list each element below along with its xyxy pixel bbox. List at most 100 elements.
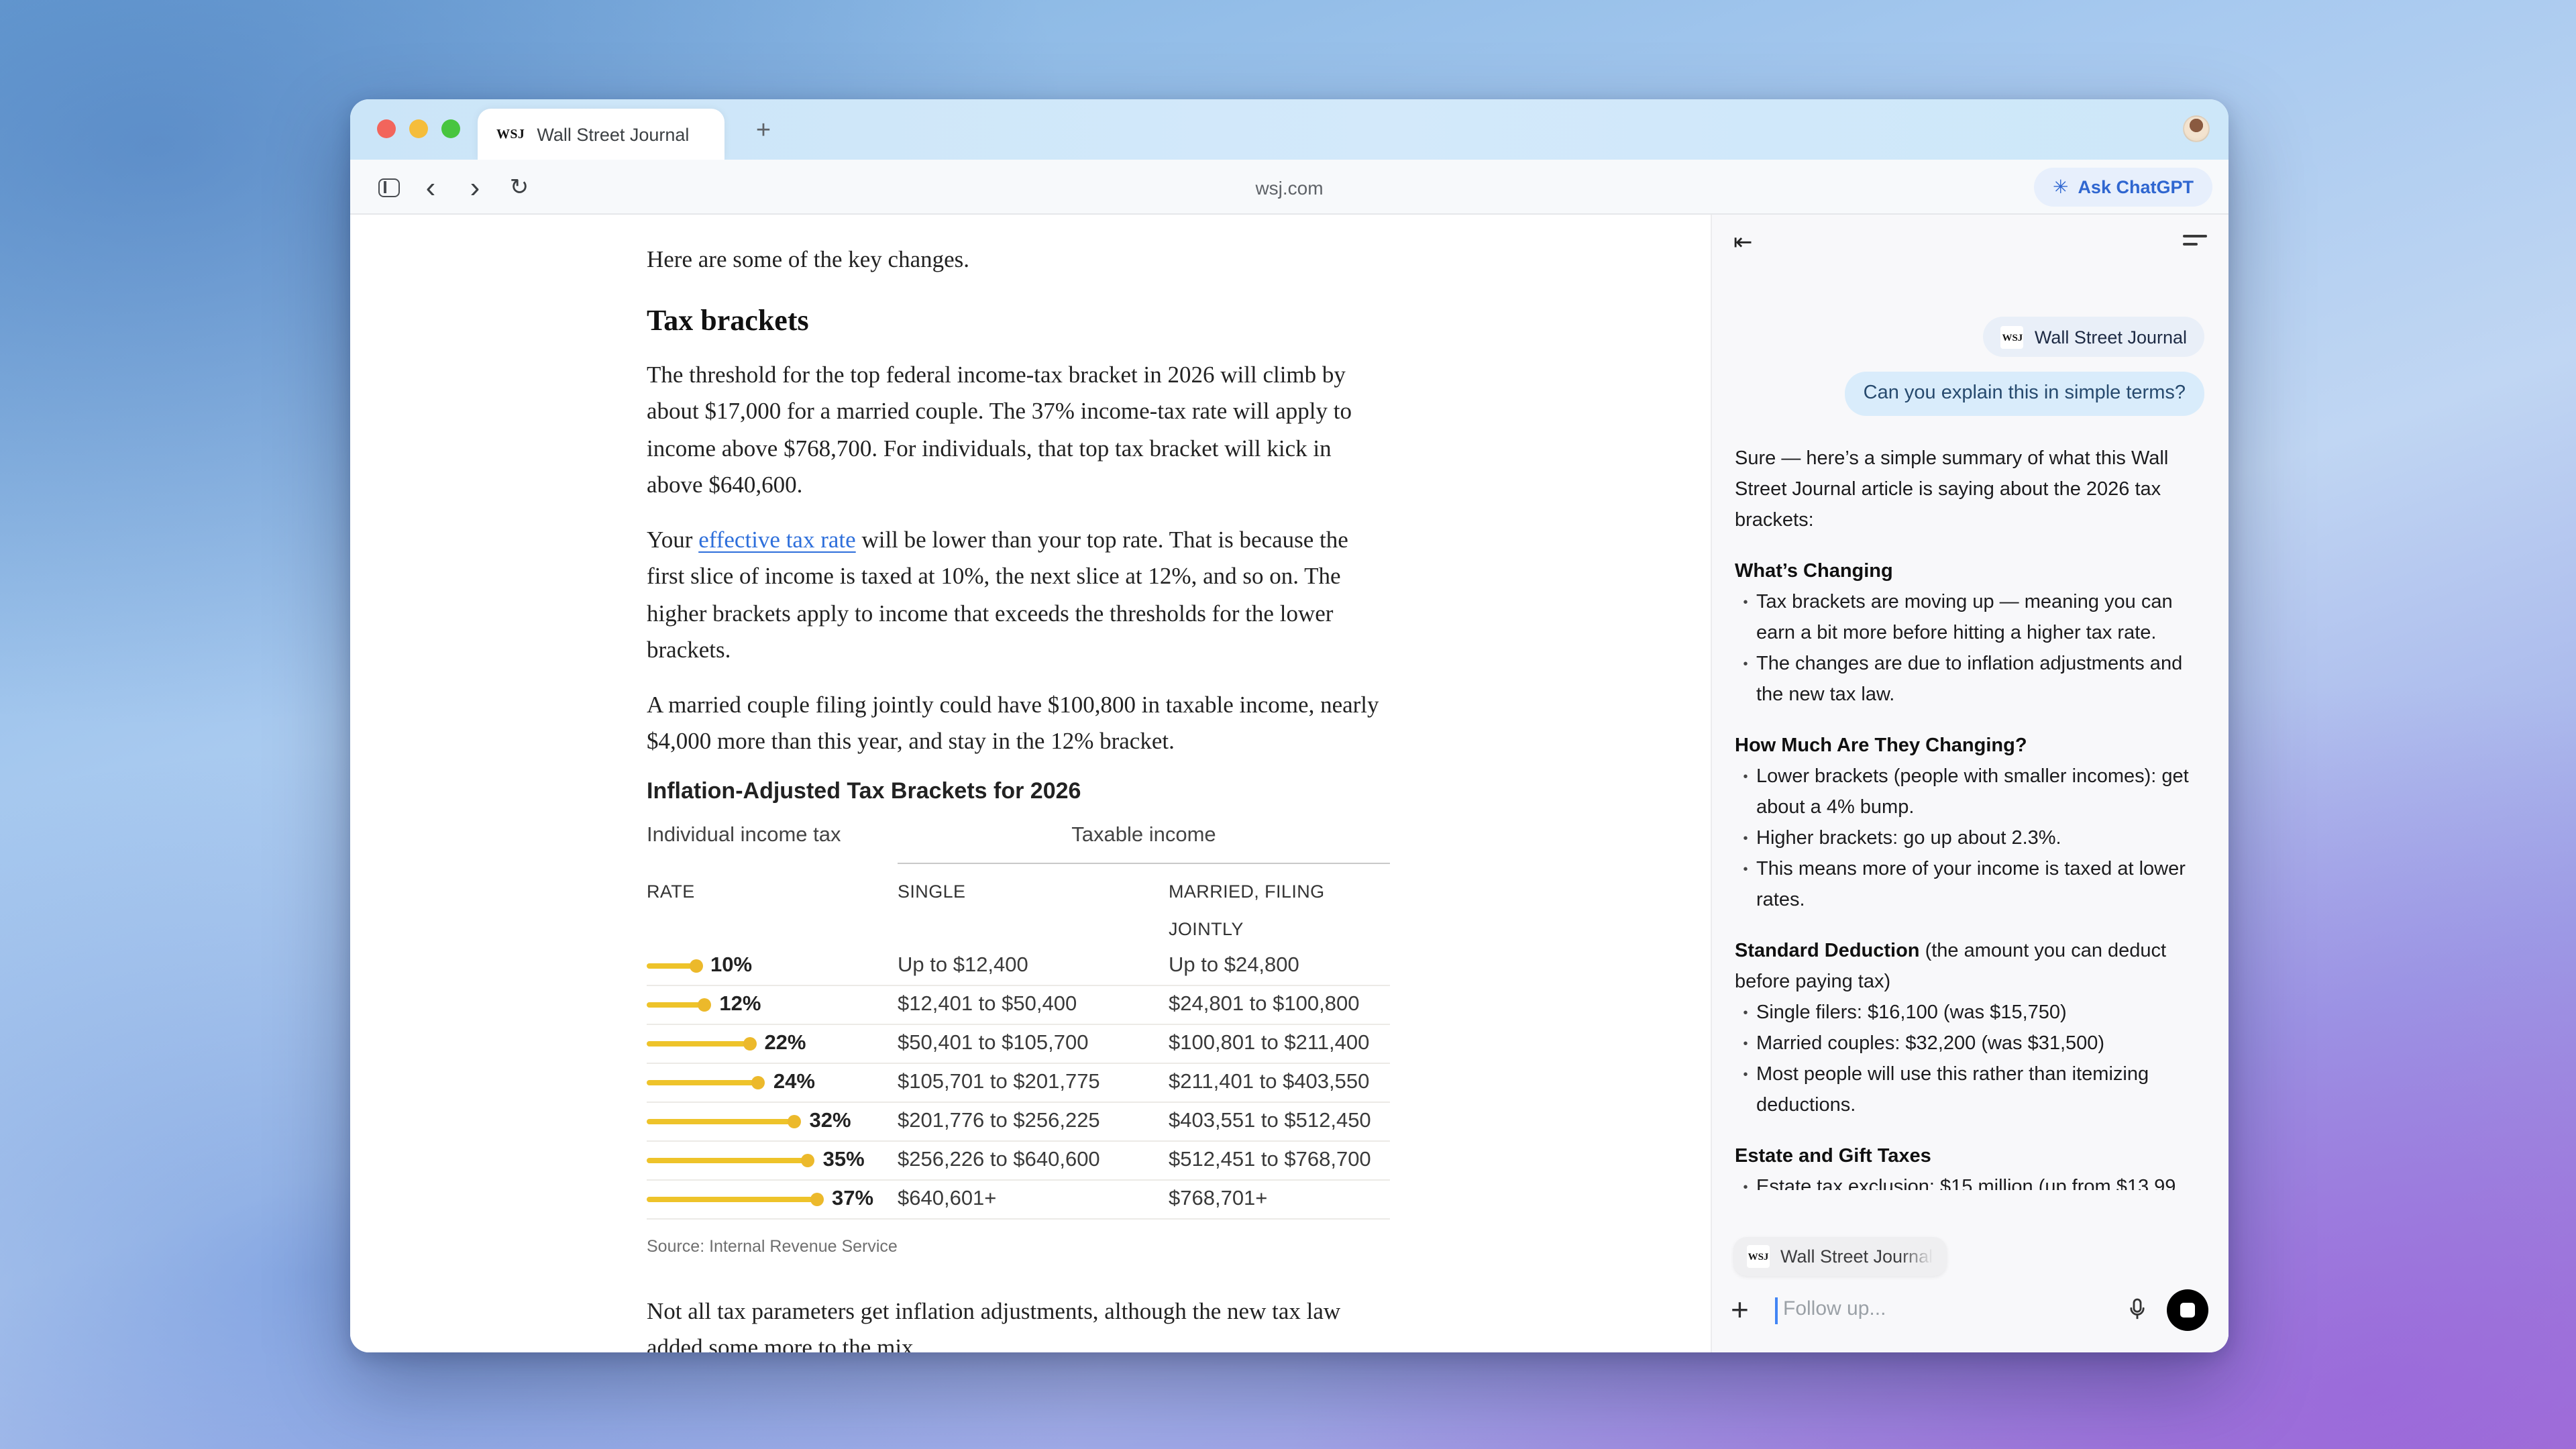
single-range: $256,226 to $640,600 [898,1148,1100,1172]
rate-bar-dot [751,1076,765,1089]
context-chip-label: Wall Street Journal [1780,1246,1933,1267]
bullet-text: This means more of your income is taxed … [1756,859,2186,911]
stop-button[interactable] [2167,1289,2208,1331]
attach-plus-icon[interactable]: + [1731,1292,1749,1328]
list-item: • Tax brackets are moving up — meaning yo… [1735,588,2204,649]
tab-bar: WSJ Wall Street Journal + [350,99,2229,160]
rate-label: 22% [764,1032,806,1055]
window-controls [377,119,460,138]
table-row: 10% Up to $12,400 Up to $24,800 [647,947,1390,986]
col-header-married: MARRIED, FILING JOINTLY [1169,881,1325,938]
close-window-button[interactable] [377,119,396,138]
effective-tax-rate-link[interactable]: effective tax rate [698,525,856,552]
bullet-text: Higher brackets: go up about 2.3%. [1756,828,2061,849]
rate-bar-dot [743,1037,757,1051]
panel-menu-icon[interactable] [2183,235,2207,246]
list-item: • Estate tax exclusion: $15 million (up f… [1735,1173,2204,1190]
article-paragraph: A married couple filing jointly could ha… [647,690,1379,754]
bullet-text: Single filers: $16,100 (was $15,750) [1756,1002,2067,1024]
microphone-icon[interactable] [2124,1296,2151,1330]
table-row: 12% $12,401 to $50,400 $24,801 to $100,8… [647,986,1390,1025]
bullet-icon: • [1743,596,1748,610]
chat-messages: WSJ Wall Street Journal Can you explain … [1735,268,2204,1352]
rate-bar-dot [810,1193,824,1206]
bullet-text: Most people will use this rather than it… [1756,1064,2149,1116]
married-range: $24,801 to $100,800 [1169,993,1360,1016]
table-source: Source: Internal Revenue Service [647,1237,898,1256]
browser-window: WSJ Wall Street Journal + ‹ › ↻ wsj.com … [350,99,2229,1352]
married-range: $512,451 to $768,700 [1169,1148,1371,1172]
bullet-text: Lower brackets (people with smaller inco… [1756,766,2189,818]
wsj-logo-icon: WSJ [1747,1245,1770,1268]
rate-label: 12% [719,993,761,1016]
assistant-section: What’s Changing • Tax brackets are moving… [1735,557,2204,711]
stop-icon [2180,1303,2195,1318]
chatgpt-side-panel: ⇤ WSJ Wall Street Journal Can you explai… [1711,215,2229,1352]
rate-label: 37% [832,1187,874,1211]
rate-bar [647,1118,791,1125]
bullet-icon: • [1743,1181,1748,1190]
rate-label: 10% [710,954,753,977]
article-paragraph: Here are some of the key changes. [647,246,970,272]
tab-title: Wall Street Journal [537,124,690,144]
rate-bar [647,1196,813,1203]
new-tab-button[interactable]: + [743,111,784,152]
section-title: What’s Changing [1735,561,1893,582]
source-chip-label: Wall Street Journal [2034,327,2187,347]
table-title: Inflation-Adjusted Tax Brackets for 2026 [647,777,1081,803]
rate-label: 32% [809,1110,851,1133]
followup-input[interactable]: Follow up... [1783,1297,1886,1320]
list-item: • Higher brackets: go up about 2.3%. [1735,824,2204,855]
bullet-icon: • [1743,1037,1748,1052]
list-item: • This means more of your income is taxed… [1735,855,2204,916]
ask-chatgpt-button[interactable]: ✳ Ask ChatGPT [2033,168,2212,207]
chat-panel-header: ⇤ [1712,215,2229,268]
bullet-icon: • [1743,832,1748,847]
bullet-icon: • [1743,1068,1748,1083]
single-range: $105,701 to $201,775 [898,1071,1100,1094]
list-item: • The changes are due to inflation adjust… [1735,649,2204,711]
collapse-panel-icon[interactable]: ⇤ [1733,229,1753,256]
married-range: $768,701+ [1169,1187,1268,1211]
rate-bar [647,1079,755,1086]
user-message-bubble: Can you explain this in simple terms? [1844,372,2204,416]
tab-wall-street-journal[interactable]: WSJ Wall Street Journal [478,109,724,160]
table-group-left: Individual income tax [647,823,841,846]
single-range: $201,776 to $256,225 [898,1110,1100,1133]
list-item: • Most people will use this rather than i… [1735,1060,2204,1122]
article-heading-tax-brackets: Tax brackets [647,303,809,336]
address-bar[interactable]: wsj.com [350,160,2229,215]
table-row: 32% $201,776 to $256,225 $403,551 to $51… [647,1103,1390,1142]
bullet-icon: • [1743,863,1748,877]
rate-label: 24% [773,1071,815,1094]
openai-logo-icon: ✳ [2052,176,2069,197]
wsj-logo-icon: WSJ [2000,325,2024,348]
rate-bar-dot [698,998,712,1012]
col-header-rate: RATE [647,881,695,902]
article-text: Your [647,525,699,552]
assistant-message-intro: Sure — here’s a simple summary of what t… [1735,448,2169,531]
bullet-text: Tax brackets are moving up — meaning you… [1756,592,2173,644]
avatar[interactable] [2183,115,2210,142]
section-title: Estate and Gift Taxes [1735,1146,1931,1167]
text-caret [1775,1297,1778,1324]
single-range: $640,601+ [898,1187,997,1211]
bullet-text: Estate tax exclusion: $15 million (up fr… [1756,1177,2176,1190]
single-range: $50,401 to $105,700 [898,1032,1089,1055]
ask-chatgpt-label: Ask ChatGPT [2078,177,2194,197]
single-range: Up to $12,400 [898,954,1028,977]
desktop-background: WSJ Wall Street Journal + ‹ › ↻ wsj.com … [0,0,2576,1449]
list-item: • Lower brackets (people with smaller inc… [1735,762,2204,824]
list-item: • Married couples: $32,200 (was $31,500) [1735,1029,2204,1060]
source-chip[interactable]: WSJ Wall Street Journal [1983,317,2204,357]
bullet-icon: • [1743,1006,1748,1021]
minimize-window-button[interactable] [409,119,428,138]
article-paragraph: Not all tax parameters get inflation adj… [647,1297,1341,1352]
context-chip[interactable]: WSJ Wall Street Journal [1733,1237,1947,1276]
list-item: • Single filers: $16,100 (was $15,750) [1735,998,2204,1029]
browser-toolbar: ‹ › ↻ wsj.com ✳ Ask ChatGPT [350,160,2229,215]
single-range: $12,401 to $50,400 [898,993,1077,1016]
married-range: $211,401 to $403,550 [1169,1071,1370,1094]
zoom-window-button[interactable] [441,119,460,138]
article-pane: Here are some of the key changes. Tax br… [350,215,1711,1352]
